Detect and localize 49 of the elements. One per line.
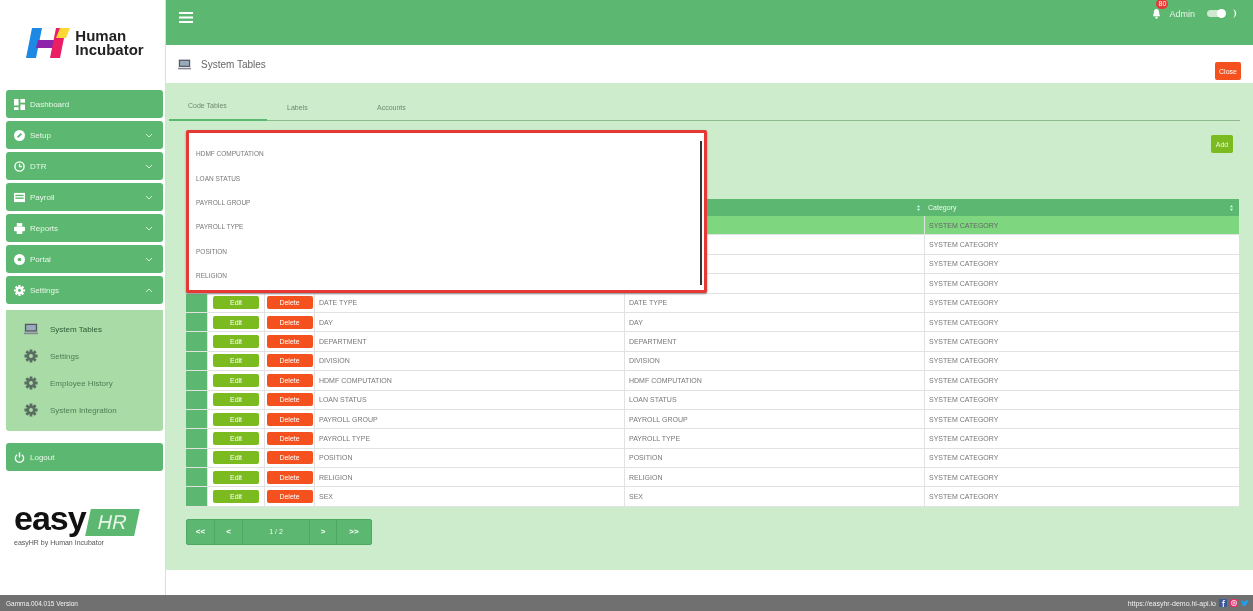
chevron-icon <box>145 256 153 262</box>
page-title: System Tables <box>201 58 266 70</box>
user-name[interactable]: Admin <box>1169 8 1195 19</box>
sidebar-item[interactable]: Reports <box>6 214 163 242</box>
gear-icon <box>24 349 38 363</box>
sidebar-item[interactable]: Setup <box>6 121 163 149</box>
sort-icon[interactable] <box>917 204 920 211</box>
scrollbar[interactable] <box>700 141 702 285</box>
sidebar-item[interactable]: Dashboard <box>6 90 163 118</box>
printer-icon <box>14 222 25 234</box>
card-icon <box>14 191 25 203</box>
dashboard-icon <box>14 98 25 110</box>
theme-toggle[interactable] <box>1207 10 1225 17</box>
bell-icon[interactable] <box>1152 8 1162 19</box>
gear-icon <box>24 403 38 417</box>
sort-icon[interactable] <box>1230 204 1233 211</box>
product-logo-text: easy <box>14 500 86 536</box>
previous-page-button[interactable]: < <box>215 519 243 544</box>
power-icon <box>14 451 25 463</box>
chevron-icon <box>145 225 153 231</box>
monitor-icon <box>178 58 191 70</box>
monitor-icon <box>24 322 38 336</box>
bird-icon[interactable] <box>1241 599 1249 607</box>
chevron-icon <box>145 163 153 169</box>
moon-icon <box>1231 9 1237 18</box>
chevron-icon <box>145 194 153 200</box>
last-page-button[interactable]: >> <box>337 519 371 544</box>
sidebar-item[interactable]: Settings <box>6 276 163 304</box>
submenu-item[interactable]: System Tables <box>24 320 163 338</box>
facebook-icon[interactable] <box>1219 599 1227 607</box>
brand-name: Incubator <box>75 42 144 57</box>
gear-icon <box>24 376 38 390</box>
brand-name: Human <box>75 28 128 43</box>
instagram-icon[interactable] <box>1230 599 1238 607</box>
gear-icon <box>14 284 25 296</box>
sidebar-item[interactable]: Portal <box>6 245 163 273</box>
submenu-item[interactable]: Settings <box>24 347 163 365</box>
next-page-button[interactable]: > <box>309 519 337 544</box>
brand-logo-icon <box>25 25 72 60</box>
chevron-icon <box>145 287 153 293</box>
menu-icon[interactable] <box>179 12 193 23</box>
sidebar-item[interactable]: DTR <box>6 152 163 180</box>
submenu-item[interactable]: Employee History <box>24 374 163 392</box>
logout-button[interactable]: Logout <box>6 443 163 471</box>
first-page-button[interactable]: << <box>187 519 215 544</box>
submenu-item[interactable]: System Integration <box>24 401 163 419</box>
chevron-icon <box>145 132 153 138</box>
sidebar-item[interactable]: Payroll <box>6 183 163 211</box>
clock-icon <box>14 160 25 172</box>
